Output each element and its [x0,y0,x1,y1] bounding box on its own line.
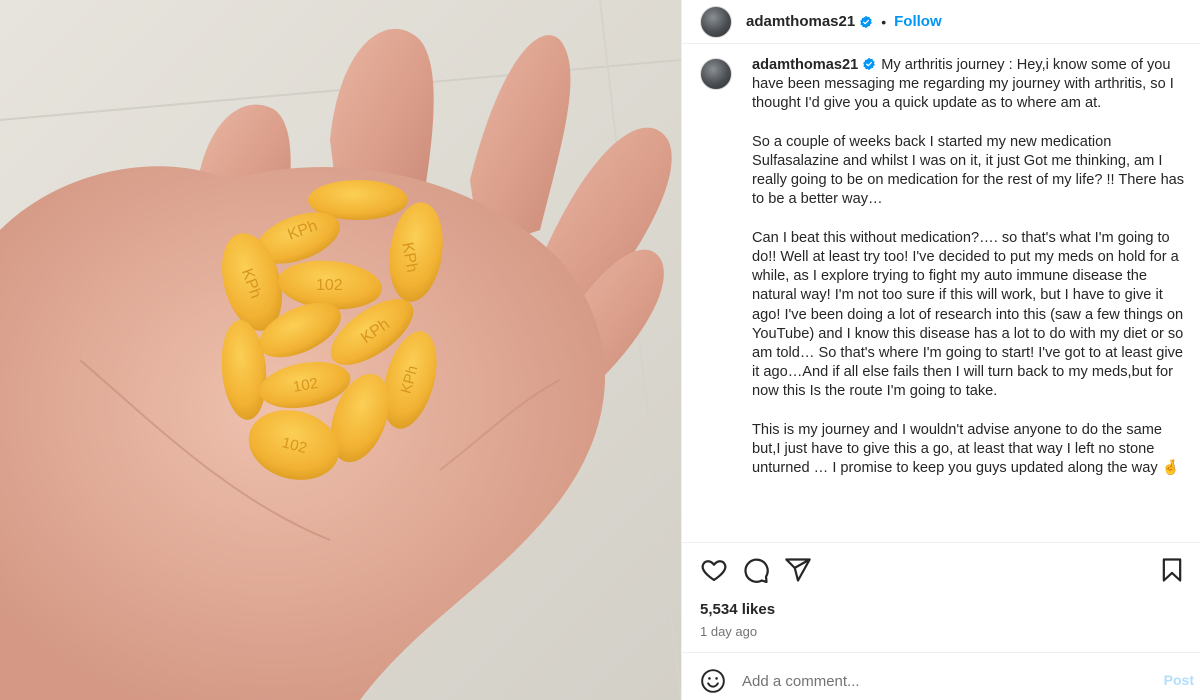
post-comment-button[interactable]: Post [1164,672,1194,688]
caption-paragraph-2: So a couple of weeks back I started my n… [752,133,1185,208]
author-avatar[interactable] [700,5,732,38]
comment-icon[interactable] [742,556,770,584]
caption-avatar[interactable] [700,58,732,90]
post-actions [700,556,1190,586]
author-username[interactable]: adamthomas21 [746,13,855,30]
caption-text: adamthomas21 My arthritis journey : Hey,i… [752,56,1190,478]
post-header: adamthomas21 • Follow [682,0,1200,44]
separator-dot: • [881,13,887,30]
comment-input[interactable] [742,672,1142,690]
post-details-panel: adamthomas21 • Follow adamthomas21 My art… [681,0,1200,700]
caption-paragraph: adamthomas21 My arthritis journey : Hey,i… [752,56,1190,114]
bookmark-icon[interactable] [1158,556,1186,584]
comment-bar: Post [700,664,1194,698]
hand-with-pills-image: KPh 102 KPh KPh KPh 102 KPh 102 [0,0,681,700]
share-icon[interactable] [784,556,812,584]
caption-username[interactable]: adamthomas21 [752,57,858,73]
caption-paragraph-4: This is my journey and I wouldn't advise… [752,421,1180,477]
divider [682,652,1200,653]
post-timestamp[interactable]: 1 day ago [700,624,757,639]
verified-badge-icon [860,15,873,28]
svg-text:102: 102 [316,277,343,294]
caption-paragraph-3: Can I beat this without medication?…. so… [752,229,1184,400]
post-caption: adamthomas21 My arthritis journey : Hey,i… [700,56,1190,478]
verified-badge-icon [863,57,876,71]
likes-count[interactable]: 5,534 likes [700,601,775,618]
emoji-icon[interactable] [700,668,726,694]
post-photo[interactable]: KPh 102 KPh KPh KPh 102 KPh 102 [0,0,681,700]
follow-button[interactable]: Follow [894,13,942,30]
divider [682,542,1200,543]
heart-icon[interactable] [700,556,728,584]
